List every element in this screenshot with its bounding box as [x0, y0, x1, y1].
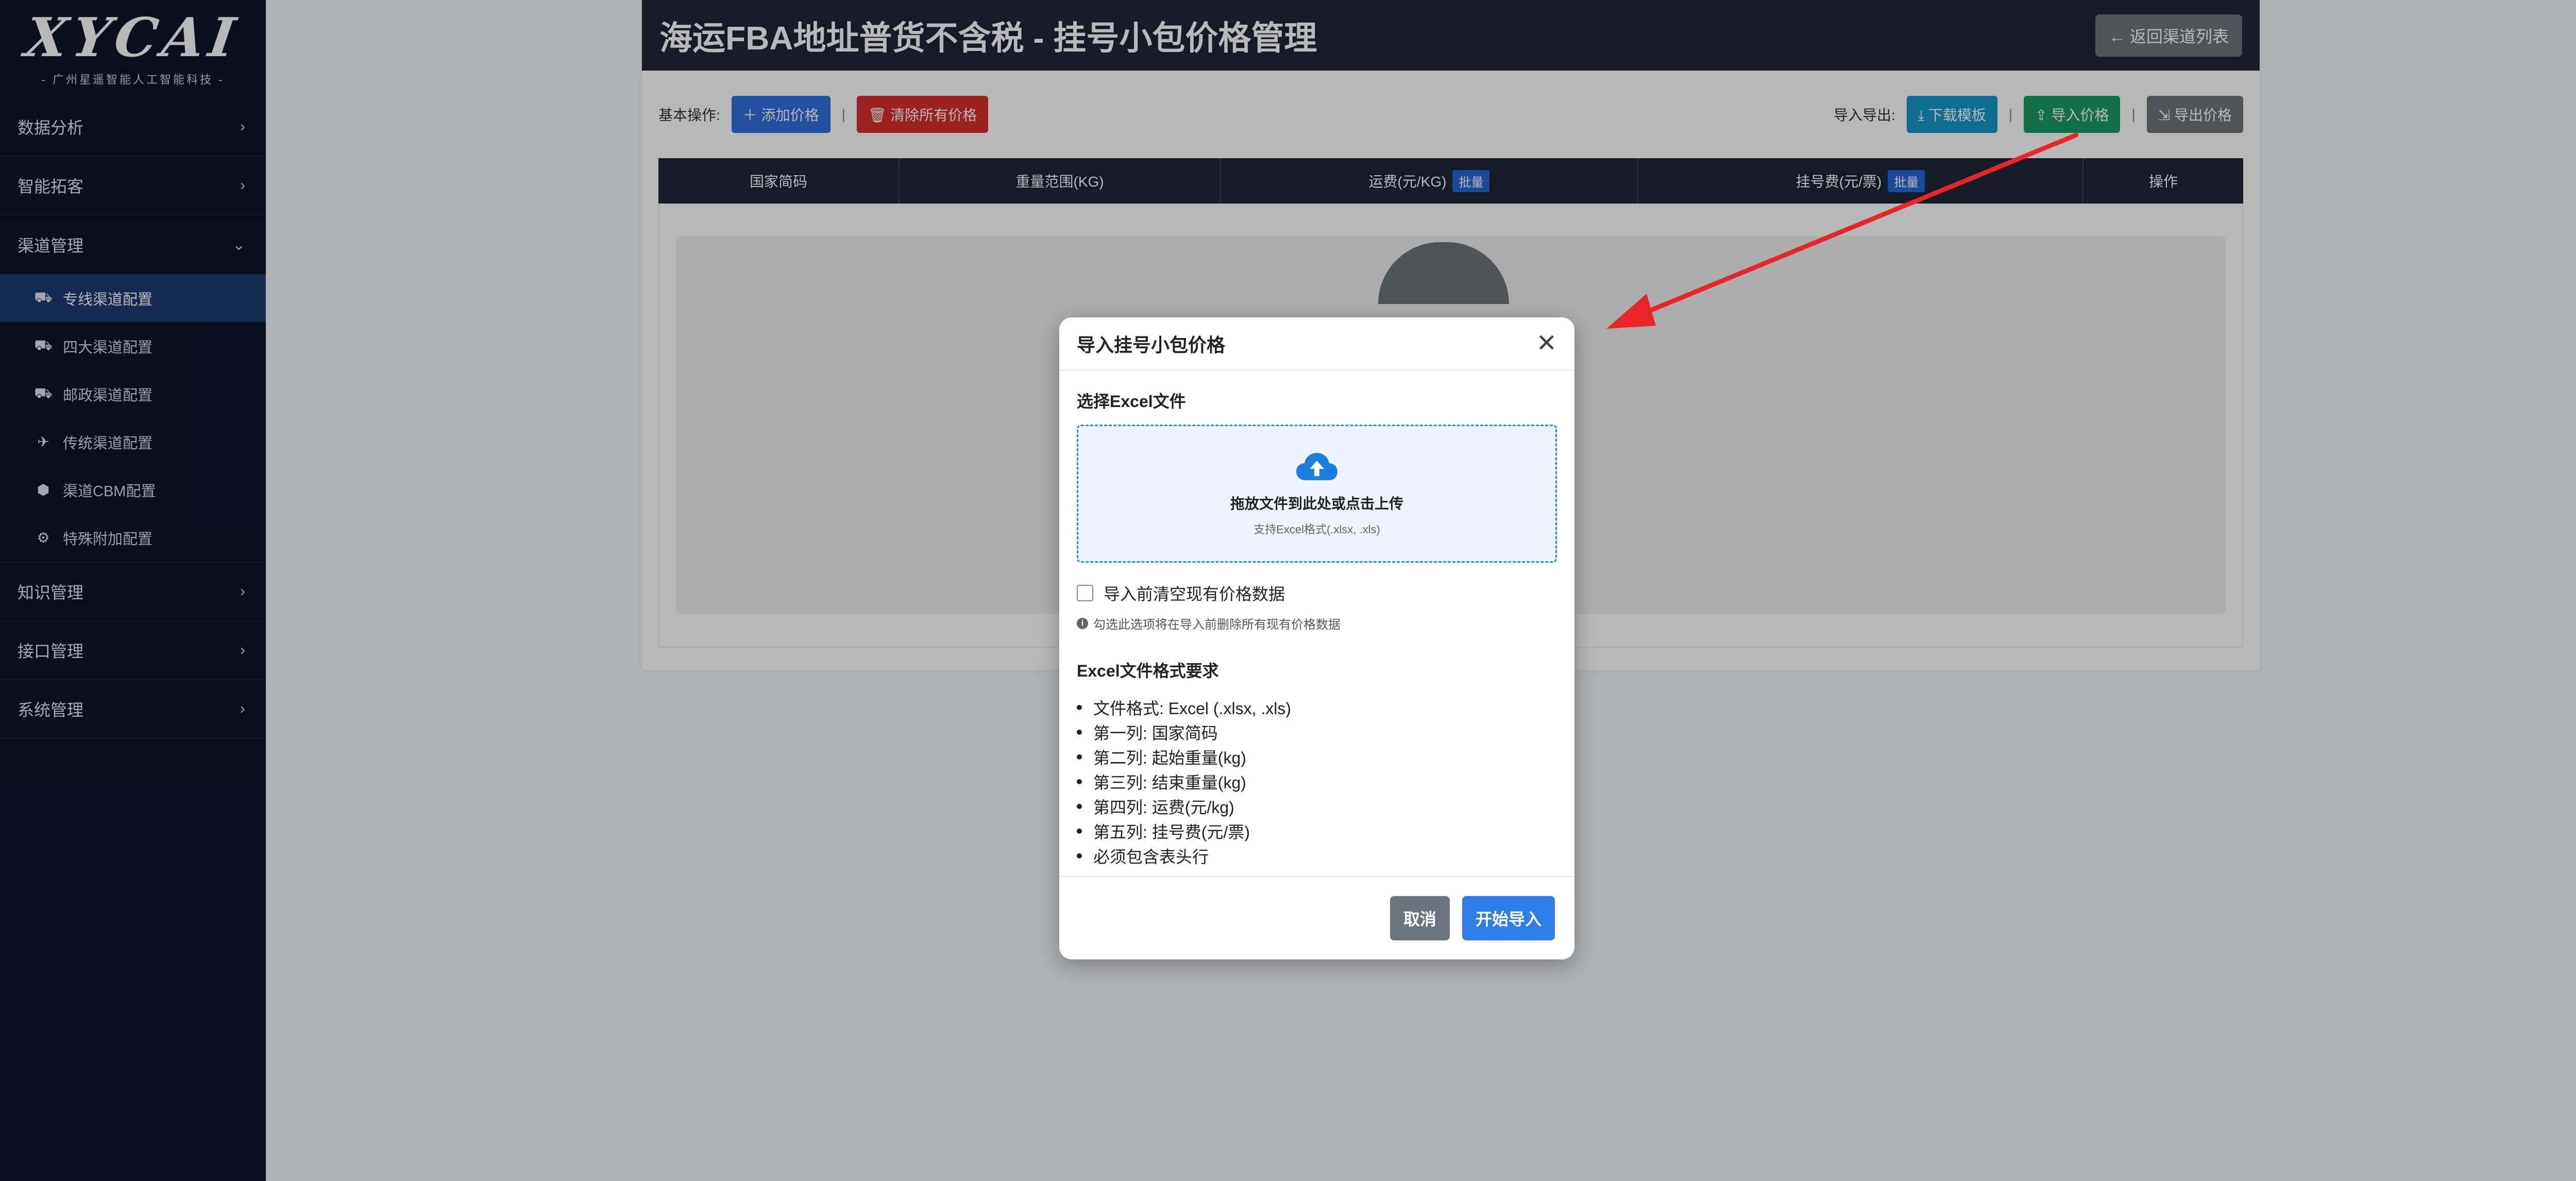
list-item: 第四列: 运费(元/kg) — [1077, 794, 1557, 819]
cancel-button[interactable]: 取消 — [1389, 896, 1450, 940]
requirements-list: 文件格式: Excel (.xlsx, .xls) 第一列: 国家简码 第二列:… — [1077, 695, 1557, 868]
requirement-text: 第二列: 起始重量(kg) — [1093, 749, 1246, 767]
cloud-upload-icon — [1296, 453, 1337, 480]
clear-before-import-label[interactable]: 导入前清空现有价格数据 — [1104, 581, 1285, 605]
dropzone-text: 拖放文件到此处或点击上传 — [1230, 496, 1403, 512]
bullet — [1077, 829, 1082, 834]
requirement-text: 必须包含表头行 — [1093, 848, 1209, 866]
requirement-text: 第五列: 挂号费(元/票) — [1093, 823, 1250, 841]
list-item: 第二列: 起始重量(kg) — [1077, 745, 1557, 769]
bullet — [1077, 804, 1082, 809]
list-item: 第五列: 挂号费(元/票) — [1077, 819, 1557, 843]
clear-before-import-checkbox[interactable] — [1077, 585, 1093, 601]
file-select-label: 选择Excel文件 — [1077, 392, 1186, 411]
import-modal: 导入挂号小包价格 ✕ 选择Excel文件 拖放文件到此处或点击上传 支持Exce… — [1059, 317, 1574, 959]
dropzone-hint: 支持Excel格式(.xlsx, .xls) — [1253, 523, 1380, 536]
list-item: 第一列: 国家简码 — [1077, 720, 1557, 745]
requirement-text: 第三列: 结束重量(kg) — [1093, 773, 1246, 792]
file-dropzone[interactable]: 拖放文件到此处或点击上传 支持Excel格式(.xlsx, .xls) — [1077, 425, 1557, 563]
requirement-text: 文件格式: Excel (.xlsx, .xls) — [1093, 699, 1292, 718]
bullet — [1077, 730, 1082, 735]
list-item: 文件格式: Excel (.xlsx, .xls) — [1077, 695, 1557, 720]
requirement-text: 第一列: 国家简码 — [1093, 724, 1218, 743]
requirements-title: Excel文件格式要求 — [1077, 662, 1219, 680]
clear-before-import-row[interactable]: 导入前清空现有价格数据 — [1077, 581, 1557, 605]
close-icon[interactable]: ✕ — [1536, 331, 1557, 356]
info-icon: i — [1077, 617, 1088, 629]
modal-title: 导入挂号小包价格 — [1077, 334, 1226, 356]
bullet — [1077, 754, 1082, 760]
clear-hint: i 勾选此选项将在导入前删除所有现有价格数据 — [1077, 614, 1557, 632]
modal-body: 选择Excel文件 拖放文件到此处或点击上传 支持Excel格式(.xlsx, … — [1059, 371, 1574, 868]
requirement-text: 第四列: 运费(元/kg) — [1093, 798, 1234, 817]
modal-footer: 取消 开始导入 — [1059, 876, 1574, 959]
list-item: 必须包含表头行 — [1077, 843, 1557, 868]
bullet — [1077, 779, 1082, 784]
start-import-button[interactable]: 开始导入 — [1462, 896, 1555, 940]
modal-header: 导入挂号小包价格 ✕ — [1059, 317, 1574, 371]
bullet — [1077, 705, 1082, 710]
clear-hint-text: 勾选此选项将在导入前删除所有现有价格数据 — [1093, 618, 1341, 632]
bullet — [1077, 853, 1082, 858]
list-item: 第三列: 结束重量(kg) — [1077, 769, 1557, 794]
